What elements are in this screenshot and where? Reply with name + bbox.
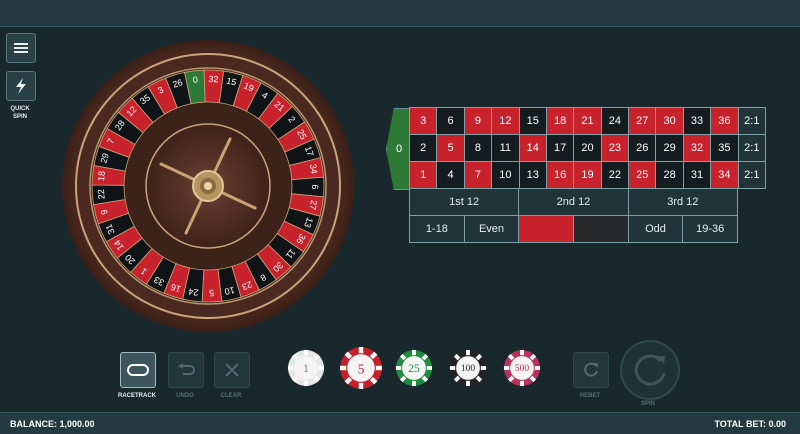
bet-column-2to1[interactable]: 2:1	[737, 107, 766, 135]
spin-button[interactable]	[620, 340, 680, 400]
bet-number-5[interactable]: 5	[436, 134, 465, 162]
rebet-button[interactable]	[573, 352, 609, 388]
bet-1st-12[interactable]: 1st 12	[409, 188, 520, 216]
bet-number-36[interactable]: 36	[710, 107, 739, 135]
close-icon	[225, 363, 239, 377]
bet-number-15[interactable]: 15	[518, 107, 547, 135]
clear-button[interactable]	[214, 352, 250, 388]
wheel-number-6: 6	[310, 184, 320, 189]
bet-number-19[interactable]: 19	[573, 161, 602, 189]
undo-icon	[178, 363, 195, 375]
status-bar: BALANCE: 1,000.00 TOTAL BET: 0.00	[0, 412, 800, 434]
bet-number-11[interactable]: 11	[491, 134, 520, 162]
quick-spin-label: QUICK SPIN	[10, 106, 30, 120]
rebet-label: REBET	[579, 393, 601, 399]
wheel-number-24: 24	[188, 286, 199, 297]
chip-500[interactable]: 500	[503, 349, 541, 387]
bet-number-21[interactable]: 21	[573, 107, 602, 135]
chip-25[interactable]: 25	[395, 349, 433, 387]
bet-number-33[interactable]: 33	[682, 107, 712, 135]
bet-number-12[interactable]: 12	[491, 107, 520, 135]
bet-2nd-12[interactable]: 2nd 12	[518, 188, 629, 216]
bet-number-7[interactable]: 7	[463, 161, 493, 189]
number-grid: 3 6 9 12 15 18 21 24 27 30 33 36 2:1 2 5 8 11 14 17 20 23 26 2…	[409, 107, 766, 189]
betting-table: 0 3 6 9 12 15 18 21 24 27 30 33 36 2:1 2 5 8 11 14 17 20 23 2…	[384, 107, 768, 245]
wheel-number-32: 32	[208, 74, 219, 84]
bet-number-22[interactable]: 22	[600, 161, 630, 189]
bet-number-30[interactable]: 30	[655, 107, 684, 135]
bet-number-4[interactable]: 4	[436, 161, 465, 189]
total-bet-text: TOTAL BET: 0.00	[714, 419, 786, 429]
chip-100[interactable]: 100	[449, 349, 487, 387]
undo-button[interactable]	[168, 352, 204, 388]
bet-number-14[interactable]: 14	[518, 134, 547, 162]
chip-value: 1	[303, 363, 309, 375]
bet-even[interactable]: Even	[463, 215, 520, 243]
balance-text: BALANCE: 1,000.00	[10, 419, 95, 429]
refresh-icon	[584, 362, 598, 377]
bet-number-26[interactable]: 26	[628, 134, 657, 162]
wheel-number-34: 34	[308, 163, 319, 174]
bet-number-32[interactable]: 32	[682, 134, 712, 162]
bet-column-2to1[interactable]: 2:1	[737, 134, 766, 162]
bet-number-13[interactable]: 13	[518, 161, 547, 189]
bet-number-6[interactable]: 6	[436, 107, 465, 135]
menu-icon	[14, 43, 28, 53]
bet-number-28[interactable]: 28	[655, 161, 684, 189]
chip-5[interactable]: 5	[339, 346, 383, 390]
bet-number-17[interactable]: 17	[545, 134, 575, 162]
chip-value: 25	[408, 363, 420, 375]
wheel-number-15: 15	[225, 76, 237, 88]
bet-number-2[interactable]: 2	[409, 134, 438, 162]
racetrack-label: RACETRACK	[118, 393, 156, 399]
bet-odd[interactable]: Odd	[627, 215, 684, 243]
bet-3rd-12[interactable]: 3rd 12	[627, 188, 738, 216]
wheel-number-22: 22	[96, 189, 107, 200]
clear-label: CLEAR	[220, 393, 242, 399]
chip-value: 500	[515, 364, 530, 374]
bet-number-24[interactable]: 24	[600, 107, 630, 135]
wheel-number-5: 5	[209, 288, 214, 298]
lightning-icon	[16, 78, 26, 94]
bet-1-18[interactable]: 1-18	[409, 215, 465, 243]
bet-number-27[interactable]: 27	[628, 107, 657, 135]
undo-label: UNDO	[176, 393, 194, 399]
bet-number-31[interactable]: 31	[682, 161, 712, 189]
bet-number-18[interactable]: 18	[545, 107, 575, 135]
bet-number-29[interactable]: 29	[655, 134, 684, 162]
bet-number-34[interactable]: 34	[710, 161, 739, 189]
wheel-number-27: 27	[307, 199, 319, 211]
bet-number-35[interactable]: 35	[710, 134, 739, 162]
spin-label: SPIN	[640, 401, 655, 407]
wheel-number-10: 10	[224, 285, 236, 297]
top-bar	[0, 0, 800, 27]
bet-number-1[interactable]: 1	[409, 161, 438, 189]
wheel-number-18: 18	[96, 171, 107, 182]
chip-1[interactable]: 1	[287, 349, 325, 387]
bet-number-25[interactable]: 25	[628, 161, 657, 189]
bet-red[interactable]	[518, 215, 574, 243]
outside-bets: 1-18 Even Odd 19-36	[409, 215, 738, 243]
bet-number-10[interactable]: 10	[491, 161, 520, 189]
chip-value: 5	[358, 362, 365, 377]
bet-19-36[interactable]: 19-36	[682, 215, 738, 243]
bet-number-9[interactable]: 9	[463, 107, 493, 135]
bet-column-2to1[interactable]: 2:1	[737, 161, 766, 189]
bet-number-8[interactable]: 8	[463, 134, 493, 162]
bet-number-20[interactable]: 20	[573, 134, 602, 162]
dozen-bets: 1st 12 2nd 12 3rd 12	[409, 188, 738, 216]
chip-value: 100	[461, 364, 476, 374]
bet-number-16[interactable]: 16	[545, 161, 575, 189]
bet-black[interactable]	[573, 215, 629, 243]
racetrack-icon	[127, 364, 149, 376]
bet-number-3[interactable]: 3	[409, 107, 438, 135]
quick-spin-button[interactable]	[6, 71, 36, 101]
menu-button[interactable]	[6, 33, 36, 63]
bet-number-23[interactable]: 23	[600, 134, 630, 162]
racetrack-button[interactable]	[120, 352, 156, 388]
roulette-wheel: 0 32 15 19421225173462713361130823105241633…	[62, 40, 354, 332]
spin-arrow-icon	[634, 354, 666, 386]
